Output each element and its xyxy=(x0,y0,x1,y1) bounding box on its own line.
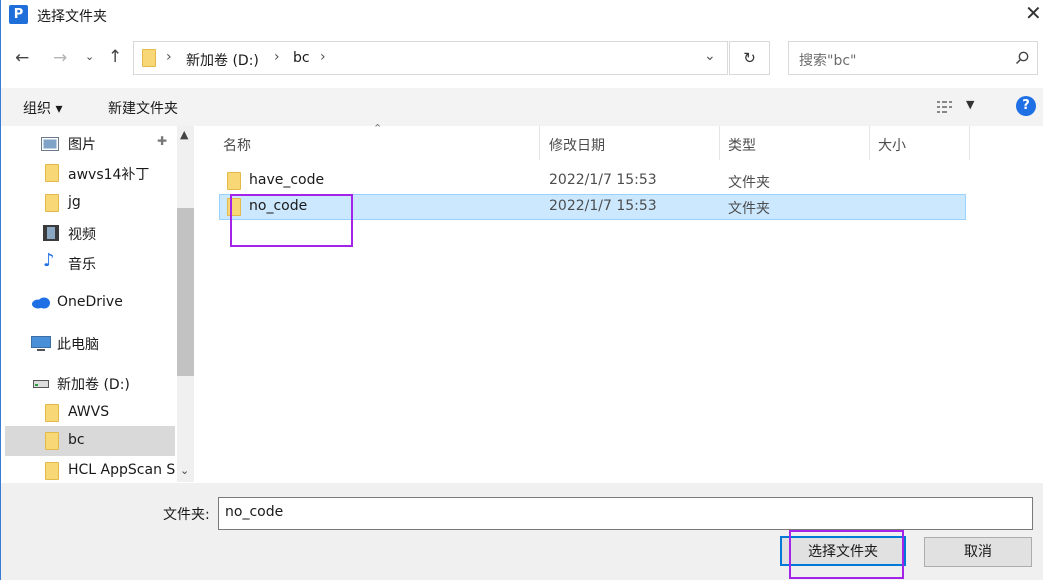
select-folder-dialog: P 选择文件夹 ✕ ← → ⌄ ↑ › 新加卷 (D:) › bc › ⌄ ↻ … xyxy=(0,0,1043,580)
folder-icon xyxy=(45,164,59,182)
address-bar[interactable]: › 新加卷 (D:) › bc › ⌄ xyxy=(133,41,728,75)
search-placeholder: 搜索"bc" xyxy=(799,53,857,69)
nav-item-this-pc[interactable]: 此电脑 xyxy=(5,328,175,358)
window-title: 选择文件夹 xyxy=(37,9,107,25)
file-type: 文件夹 xyxy=(728,175,770,191)
refresh-icon[interactable]: ↻ xyxy=(729,41,770,75)
drive-icon xyxy=(33,380,49,388)
column-divider[interactable] xyxy=(869,126,870,160)
nav-scrollbar-thumb[interactable] xyxy=(177,208,194,376)
annotation-highlight-box xyxy=(789,530,904,579)
nav-item-awvs[interactable]: AWVS xyxy=(5,398,175,428)
folder-field-label: 文件夹: xyxy=(163,507,210,523)
nav-item-jg[interactable]: jg xyxy=(5,188,175,218)
folder-icon xyxy=(227,172,241,190)
pictures-icon xyxy=(41,137,59,151)
new-folder-button[interactable]: 新建文件夹 xyxy=(108,98,178,118)
annotation-highlight-box xyxy=(230,194,353,247)
nav-label: 此电脑 xyxy=(57,337,99,353)
column-header-size[interactable]: 大小 xyxy=(878,126,906,169)
folder-name-input[interactable]: no_code xyxy=(218,497,1033,530)
help-icon[interactable]: ? xyxy=(1016,96,1036,116)
folder-name-value: no_code xyxy=(225,504,284,520)
cancel-button[interactable]: 取消 xyxy=(924,537,1032,567)
nav-item-bc[interactable]: bc xyxy=(5,426,175,456)
navigation-pane: 图片 ✚ awvs14补丁 jg 视频 ♪ 音乐 OneDrive 此电脑 新加… xyxy=(5,126,195,482)
folder-icon xyxy=(142,49,156,67)
nav-item-drive-d[interactable]: 新加卷 (D:) xyxy=(5,368,175,398)
file-type: 文件夹 xyxy=(728,201,770,217)
back-arrow-icon[interactable]: ← xyxy=(15,48,29,68)
onedrive-cloud-icon xyxy=(32,297,50,309)
breadcrumb-separator-icon: › xyxy=(274,49,280,65)
file-name: have_code xyxy=(249,172,325,188)
organize-button[interactable]: 组织 ▾ xyxy=(23,98,62,118)
nav-item-videos[interactable]: 视频 xyxy=(5,218,175,248)
breadcrumb-separator-icon: › xyxy=(320,49,326,65)
folder-icon xyxy=(45,194,59,212)
search-input[interactable]: 搜索"bc" xyxy=(788,41,1038,75)
scroll-down-icon[interactable]: ⌄ xyxy=(180,464,189,477)
pin-icon[interactable]: ✚ xyxy=(157,134,167,148)
file-modified: 2022/1/7 15:53 xyxy=(549,172,657,188)
title-bar: P 选择文件夹 ✕ xyxy=(1,0,1043,30)
file-modified: 2022/1/7 15:53 xyxy=(549,198,657,214)
file-row[interactable]: have_code 2022/1/7 15:53 文件夹 xyxy=(219,168,966,194)
forward-arrow-icon[interactable]: → xyxy=(53,48,67,68)
videos-icon xyxy=(43,225,59,241)
column-header-modified[interactable]: 修改日期 xyxy=(549,126,605,169)
nav-item-hcl-appscan[interactable]: HCL AppScan S xyxy=(5,456,175,486)
app-icon: P xyxy=(9,5,28,24)
computer-icon xyxy=(31,336,51,351)
nav-label: OneDrive xyxy=(57,294,123,310)
column-divider[interactable] xyxy=(539,126,540,160)
view-options-icon[interactable] xyxy=(937,100,957,114)
command-toolbar: 组织 ▾ 新建文件夹 ▼ xyxy=(1,88,1043,126)
close-icon[interactable]: ✕ xyxy=(1025,2,1042,24)
nav-label: 图片 xyxy=(68,137,96,153)
column-header-name[interactable]: 名称 xyxy=(223,126,251,169)
column-divider[interactable] xyxy=(719,126,720,160)
nav-label: jg xyxy=(68,194,81,210)
nav-item-pictures[interactable]: 图片 ✚ xyxy=(5,128,175,158)
nav-label: 视频 xyxy=(68,227,96,243)
breadcrumb-drive[interactable]: 新加卷 (D:) xyxy=(186,50,259,70)
search-icon xyxy=(1015,51,1029,65)
sort-up-icon: ⌃ xyxy=(373,122,383,135)
nav-item-music[interactable]: ♪ 音乐 xyxy=(5,248,175,278)
nav-label: bc xyxy=(68,432,85,448)
nav-item-onedrive[interactable]: OneDrive xyxy=(5,288,175,318)
column-header-type[interactable]: 类型 xyxy=(728,126,756,169)
breadcrumb-bc[interactable]: bc xyxy=(293,50,310,66)
folder-icon xyxy=(45,462,59,480)
nav-item-awvs14[interactable]: awvs14补丁 xyxy=(5,158,175,188)
nav-label: AWVS xyxy=(68,404,110,420)
breadcrumb-separator-icon: › xyxy=(166,49,172,65)
nav-label: awvs14补丁 xyxy=(68,167,150,183)
view-dropdown-icon[interactable]: ▼ xyxy=(966,98,974,111)
column-divider[interactable] xyxy=(969,126,970,160)
scroll-up-icon[interactable]: ▲ xyxy=(180,128,188,141)
recent-chevron-icon[interactable]: ⌄ xyxy=(85,50,94,63)
address-dropdown-icon[interactable]: ⌄ xyxy=(704,48,716,64)
nav-label: 新加卷 (D:) xyxy=(57,377,130,393)
nav-label: HCL AppScan S xyxy=(68,462,175,478)
nav-label: 音乐 xyxy=(68,257,96,273)
folder-icon xyxy=(45,432,59,450)
music-note-icon: ♪ xyxy=(43,250,55,271)
folder-icon xyxy=(45,404,59,422)
up-arrow-icon[interactable]: ↑ xyxy=(108,47,122,67)
